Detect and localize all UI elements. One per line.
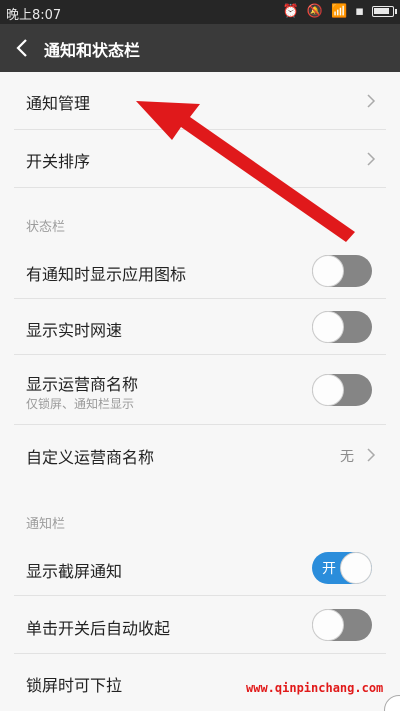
toggle-switch[interactable] (312, 311, 372, 343)
back-arrow-icon[interactable] (14, 37, 32, 59)
battery-icon (372, 6, 397, 17)
chevron-right-icon (367, 448, 376, 462)
toggle-on-text: 开 (322, 561, 336, 577)
toggle-switch[interactable] (312, 255, 372, 287)
wifi-icon: 📶 (331, 4, 348, 19)
row-label: 显示运营商名称 (26, 375, 139, 394)
section-header-status-bar: 状态栏 (26, 220, 66, 235)
toggle-knob (312, 609, 344, 641)
mute-icon: 🔕 (306, 4, 323, 19)
page-title: 通知和状态栏 (44, 41, 141, 60)
row-notification-management[interactable]: 通知管理 (0, 72, 400, 130)
status-icons: ⏰ 🔕 📶 ▪ (282, 4, 397, 19)
row-value: 无 (340, 449, 354, 465)
toggle-knob (340, 552, 372, 584)
toggle-knob (312, 374, 344, 406)
row-label: 自定义运营商名称 (26, 448, 155, 467)
status-bar: 晚上8:07 ⏰ 🔕 📶 ▪ (0, 0, 400, 24)
row-toggle-order[interactable]: 开关排序 (0, 130, 400, 188)
top-bar: 通知和状态栏 (0, 24, 400, 72)
row-show-app-icons[interactable]: 有通知时显示应用图标 (0, 243, 400, 299)
chevron-right-icon (367, 94, 376, 108)
alarm-icon: ⏰ (282, 4, 299, 19)
chevron-right-icon (367, 152, 376, 166)
row-screenshot-notification[interactable]: 显示截屏通知 开 (0, 540, 400, 596)
toggle-knob (312, 255, 344, 287)
section-header-notification-bar: 通知栏 (26, 517, 66, 532)
row-custom-carrier-name[interactable]: 自定义运营商名称 无 (0, 425, 400, 483)
row-label: 显示截屏通知 (26, 562, 123, 581)
divider (14, 187, 386, 188)
row-label: 通知管理 (26, 94, 91, 113)
toggle-switch[interactable] (312, 609, 372, 641)
row-sublabel: 仅锁屏、通知栏显示 (26, 397, 135, 411)
toggle-switch[interactable] (312, 374, 372, 406)
row-label: 锁屏时可下拉 (26, 676, 123, 695)
row-show-carrier-name[interactable]: 显示运营商名称 仅锁屏、通知栏显示 (0, 355, 400, 425)
row-label: 开关排序 (26, 152, 91, 171)
row-auto-collapse[interactable]: 单击开关后自动收起 (0, 596, 400, 654)
row-show-network-speed[interactable]: 显示实时网速 (0, 299, 400, 355)
status-time: 晚上8:07 (6, 8, 62, 23)
sim-icon: ▪ (355, 4, 364, 19)
toggle-knob (312, 311, 344, 343)
watermark-text: www.qinpinchang.com (246, 681, 384, 695)
row-label: 有通知时显示应用图标 (26, 265, 187, 284)
toggle-switch[interactable]: 开 (312, 552, 372, 584)
row-label: 显示实时网速 (26, 321, 123, 340)
row-label: 单击开关后自动收起 (26, 619, 171, 638)
